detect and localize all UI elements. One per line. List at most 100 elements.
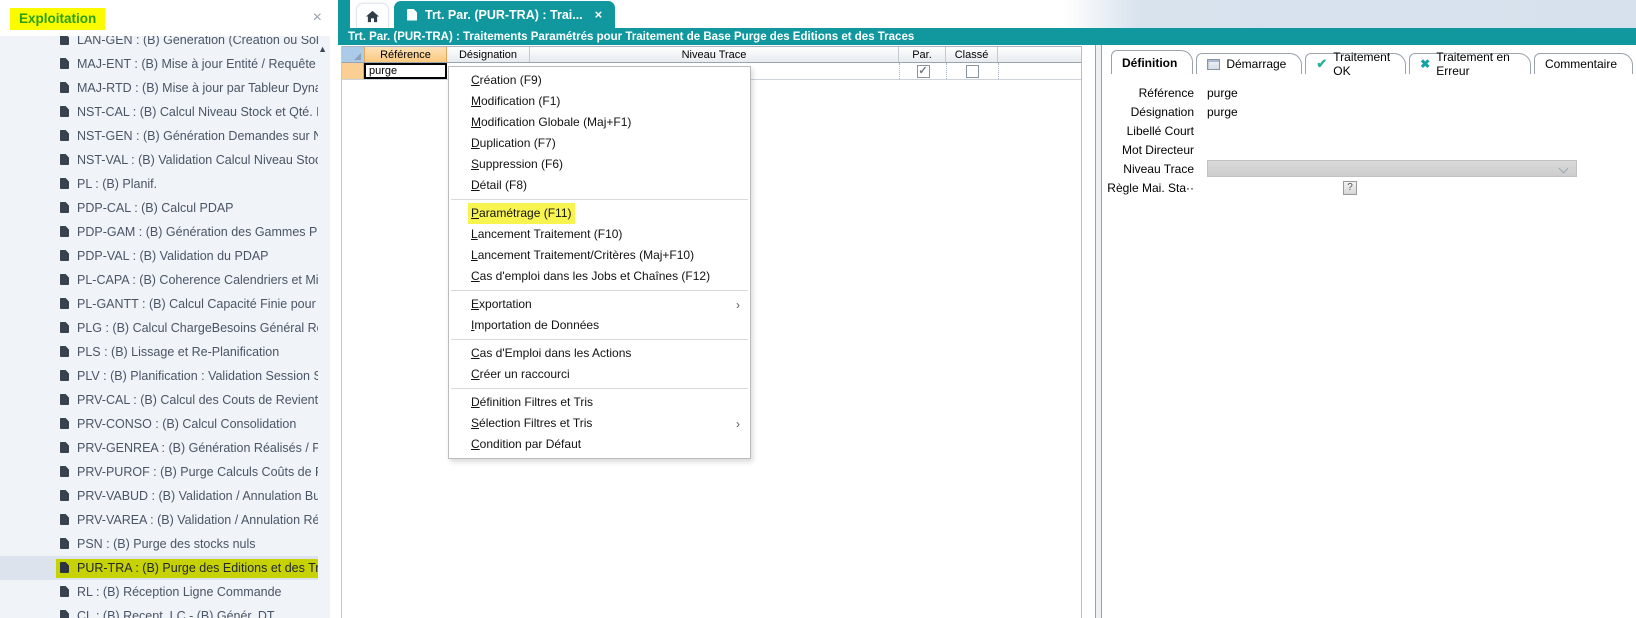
niveau-trace-dropdown[interactable] xyxy=(1207,160,1577,177)
tab-trt-par[interactable]: Trt. Par. (PUR-TRA) : Trai... × xyxy=(394,1,615,28)
menu-item-suppression[interactable]: Suppression (F6) xyxy=(449,154,750,175)
menu-item-parametrage[interactable]: Paramétrage (F11) xyxy=(449,203,750,224)
sidebar-item-label: LAN-GEN : (B) Génération (Création ou So… xyxy=(77,36,318,47)
sidebar-item-body: PDP-VAL : (B) Validation du PDAP xyxy=(56,247,276,266)
panel-splitter[interactable] xyxy=(1095,45,1102,618)
menu-item-creer-raccourci[interactable]: Créer un raccourci xyxy=(449,364,750,385)
tab-definition[interactable]: Définition xyxy=(1111,50,1193,74)
menu-item-duplication[interactable]: Duplication (F7) xyxy=(449,133,750,154)
menu-item-condition-defaut[interactable]: Condition par Défaut xyxy=(449,434,750,455)
sidebar-item[interactable]: NST-CAL : (B) Calcul Niveau Stock et Qté… xyxy=(0,100,318,124)
sidebar-item[interactable]: PRV-CONSO : (B) Calcul Consolidation xyxy=(0,412,318,436)
tab-strip: Trt. Par. (PUR-TRA) : Trai... × xyxy=(338,0,1636,28)
tab-commentaire[interactable]: Commentaire xyxy=(1534,53,1633,74)
sidebar-item[interactable]: PDP-CAL : (B) Calcul PDAP xyxy=(0,196,318,220)
sidebar-item[interactable]: MAJ-RTD : (B) Mise à jour par Tableur Dy… xyxy=(0,76,318,100)
sidebar-item-body: PUR-TRA : (B) Purge des Editions et des … xyxy=(56,559,318,578)
classe-checkbox[interactable] xyxy=(966,65,979,78)
column-header-niveau-trace[interactable]: Niveau Trace xyxy=(530,47,899,62)
sidebar-item-label: PL-GANTT : (B) Calcul Capacité Finie pou… xyxy=(77,297,318,311)
active-cell-reference[interactable]: purge xyxy=(364,63,447,79)
sidebar-item[interactable]: LAN-GEN : (B) Génération (Création ou So… xyxy=(0,36,318,52)
select-all-corner-cell[interactable] xyxy=(342,47,364,62)
column-header-filler xyxy=(998,47,1081,62)
sidebar-item[interactable]: PRV-VAREA : (B) Validation / Annulation … xyxy=(0,508,318,532)
menu-item-definition-filtres[interactable]: Définition Filtres et Tris xyxy=(449,392,750,413)
menu-item-modification-globale[interactable]: Modification Globale (Maj+F1) xyxy=(449,112,750,133)
menu-item-modification[interactable]: Modification (F1) xyxy=(449,91,750,112)
menu-separator xyxy=(451,290,748,291)
par-checkbox[interactable]: ✓ xyxy=(917,65,930,78)
sidebar-title-row: Exploitation × xyxy=(0,0,330,36)
scroll-up-icon[interactable]: ▲ xyxy=(318,44,327,54)
tab-demarrage[interactable]: Démarrage xyxy=(1196,53,1302,74)
sidebar-item[interactable]: PLS : (B) Lissage et Re-Planification xyxy=(0,340,318,364)
menu-item-selection-filtres[interactable]: Sélection Filtres et Tris› xyxy=(449,413,750,434)
document-icon xyxy=(60,178,69,189)
sidebar-item[interactable]: NST-GEN : (B) Génération Demandes sur Ni… xyxy=(0,124,318,148)
document-icon xyxy=(60,250,69,261)
sidebar-item[interactable]: PL-CAPA : (B) Coherence Calendriers et M… xyxy=(0,268,318,292)
menu-item-cas-emploi-jobs[interactable]: Cas d'emploi dans les Jobs et Chaînes (F… xyxy=(449,266,750,287)
tab-close-icon[interactable]: × xyxy=(595,7,603,22)
menu-item-lancement-traitement[interactable]: Lancement Traitement (F10) xyxy=(449,224,750,245)
sidebar-item[interactable]: PUR-TRA : (B) Purge des Editions et des … xyxy=(0,556,318,580)
sidebar-item[interactable]: PL : (B) Planif. xyxy=(0,172,318,196)
sidebar-item-body: PRV-VAREA : (B) Validation / Annulation … xyxy=(56,511,318,530)
sidebar-item[interactable]: PRV-VABUD : (B) Validation / Annulation … xyxy=(0,484,318,508)
sidebar: Exploitation × LAN-GEN : (B) Génération … xyxy=(0,0,330,618)
document-icon xyxy=(60,202,69,213)
sidebar-item[interactable]: PLV : (B) Planification : Validation Ses… xyxy=(0,364,318,388)
menu-item-importation[interactable]: Importation de Données xyxy=(449,315,750,336)
application-window: Exploitation × LAN-GEN : (B) Génération … xyxy=(0,0,1636,618)
sidebar-item-body: PRV-VABUD : (B) Validation / Annulation … xyxy=(56,487,318,506)
submenu-arrow-icon: › xyxy=(736,298,740,312)
menu-item-cas-emploi-actions[interactable]: Cas d'Emploi dans les Actions xyxy=(449,343,750,364)
menu-item-exportation[interactable]: Exportation› xyxy=(449,294,750,315)
sidebar-item[interactable]: PL-GANTT : (B) Calcul Capacité Finie pou… xyxy=(0,292,318,316)
sidebar-item[interactable]: PDP-VAL : (B) Validation du PDAP xyxy=(0,244,318,268)
column-header-classe[interactable]: Classé xyxy=(946,47,998,62)
sidebar-item[interactable]: PSN : (B) Purge des stocks nuls xyxy=(0,532,318,556)
sidebar-item[interactable]: PLG : (B) Calcul ChargeBesoins Général R… xyxy=(0,316,318,340)
sidebar-item-label: PDP-GAM : (B) Génération des Gammes PDAP xyxy=(77,225,318,239)
sidebar-item-body: PRV-PUROF : (B) Purge Calculs Coûts de R… xyxy=(56,463,318,482)
sidebar-item-label: PRV-GENREA : (B) Génération Réalisés / P… xyxy=(77,441,318,455)
sidebar-item-label: RL : (B) Réception Ligne Commande xyxy=(77,585,282,599)
tab-traitement-ok[interactable]: ✔ Traitement OK xyxy=(1305,53,1406,74)
menu-item-creation[interactable]: Création (F9) xyxy=(449,70,750,91)
sidebar-item[interactable]: PDP-GAM : (B) Génération des Gammes PDAP xyxy=(0,220,318,244)
sidebar-item[interactable]: NST-VAL : (B) Validation Calcul Niveau S… xyxy=(0,148,318,172)
column-header-par[interactable]: Par. xyxy=(899,47,946,62)
menu-item-lancement-criteres[interactable]: Lancement Traitement/Critères (Maj+F10) xyxy=(449,245,750,266)
sidebar-item-body: PRV-GENREA : (B) Génération Réalisés / P… xyxy=(56,439,318,458)
field-designation: Désignation purge xyxy=(1102,102,1636,121)
sidebar-item[interactable]: RL : (B) Réception Ligne Commande xyxy=(0,580,318,604)
document-icon xyxy=(60,322,69,333)
help-button[interactable]: ? xyxy=(1343,181,1357,195)
sidebar-item-body: PLS : (B) Lissage et Re-Planification xyxy=(56,343,286,362)
document-icon xyxy=(60,466,69,477)
document-icon xyxy=(60,418,69,429)
tab-traitement-erreur[interactable]: ✖ Traitement en Erreur xyxy=(1409,53,1531,74)
sidebar-item[interactable]: CL : (B) Recept. LC - (B) Génér. DT xyxy=(0,604,318,618)
document-icon xyxy=(60,36,69,45)
sidebar-item-body: MAJ-RTD : (B) Mise à jour par Tableur Dy… xyxy=(56,79,318,98)
home-tab[interactable] xyxy=(356,3,389,28)
tab-strip-accent xyxy=(338,0,350,28)
row-selector-cell[interactable] xyxy=(342,63,364,79)
sidebar-item-label: MAJ-ENT : (B) Mise à jour Entité / Requê… xyxy=(77,57,316,71)
sidebar-item-body: MAJ-ENT : (B) Mise à jour Entité / Requê… xyxy=(56,55,318,74)
column-header-designation[interactable]: Désignation xyxy=(447,47,530,62)
sidebar-item-body: NST-CAL : (B) Calcul Niveau Stock et Qté… xyxy=(56,103,318,122)
cell-par: ✓ xyxy=(899,63,946,79)
close-icon[interactable]: × xyxy=(313,11,322,25)
main-panel: Trt. Par. (PUR-TRA) : Trai... × Trt. Par… xyxy=(338,0,1636,618)
menu-item-detail[interactable]: Détail (F8) xyxy=(449,175,750,196)
sidebar-item[interactable]: PRV-PUROF : (B) Purge Calculs Coûts de R… xyxy=(0,460,318,484)
document-icon xyxy=(60,538,69,549)
column-header-reference[interactable]: Référence xyxy=(364,47,447,62)
sidebar-item[interactable]: PRV-GENREA : (B) Génération Réalisés / P… xyxy=(0,436,318,460)
sidebar-item[interactable]: MAJ-ENT : (B) Mise à jour Entité / Requê… xyxy=(0,52,318,76)
sidebar-item[interactable]: PRV-CAL : (B) Calcul des Couts de Revien… xyxy=(0,388,318,412)
